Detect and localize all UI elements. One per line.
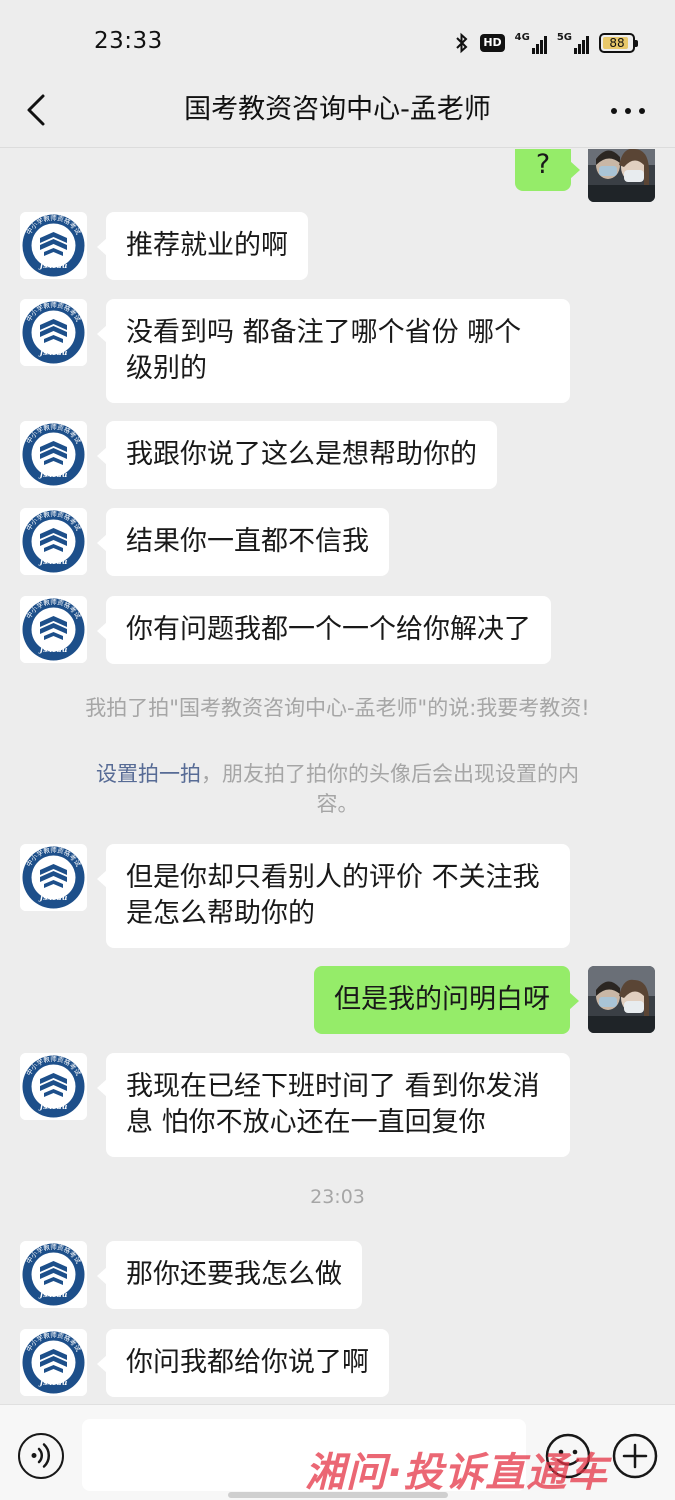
message-line: 息 怕你不放心还在一直回复你 — [126, 1107, 486, 1138]
my-avatar[interactable] — [588, 966, 655, 1033]
message-bubble-received[interactable]: 结果你一直都不信我 — [97, 508, 389, 576]
chat-title: 国考教资咨询中心-孟老师 — [184, 94, 491, 125]
school-logo-icon: 中小学教师资格考试Jsxedu — [20, 299, 87, 366]
school-logo-icon: 中小学教师资格考试Jsxedu — [20, 596, 87, 663]
plus-icon — [612, 1433, 658, 1479]
svg-text:Jsxedu: Jsxedu — [38, 1290, 68, 1299]
pat-tip-text: ，朋友拍了拍你的头像后会出现设置的内 — [201, 762, 579, 786]
message-line: 是怎么帮助你的 — [126, 898, 315, 929]
contact-avatar[interactable]: 中小学教师资格考试 Jsxedu — [20, 212, 87, 279]
school-logo-icon: 中小学教师资格考试Jsxedu — [20, 421, 87, 488]
hd-badge: HD — [480, 34, 505, 52]
more-functions-button[interactable] — [612, 1433, 658, 1479]
svg-text:Jsxedu: Jsxedu — [38, 470, 68, 479]
svg-text:Jsxedu: Jsxedu — [38, 348, 68, 357]
pat-settings-link[interactable]: 设置拍一拍 — [96, 762, 201, 786]
net-label-4g: 4G — [514, 32, 530, 43]
message-bubble-sent[interactable]: 但是我的问明白呀 — [314, 966, 579, 1034]
message-bubble-received[interactable]: 推荐就业的啊 — [97, 212, 308, 280]
school-logo-icon: 中小学教师资格考试Jsxedu — [20, 1241, 87, 1308]
message-bubble-received[interactable]: 我现在已经下班时间了 看到你发消 息 怕你不放心还在一直回复你 — [97, 1053, 570, 1157]
message-bubble-sent[interactable]: ? — [515, 149, 580, 191]
message-bubble-received[interactable]: 你有问题我都一个一个给你解决了 — [97, 596, 551, 664]
signal-5g-icon: 5G — [557, 32, 589, 54]
pat-tip-text: 容。 — [316, 792, 359, 816]
status-time: 23:33 — [94, 28, 163, 54]
more-dot-icon — [611, 108, 617, 114]
message-timestamp: 23:03 — [310, 1186, 365, 1208]
battery-icon: 88 — [599, 33, 638, 53]
my-avatar[interactable] — [588, 149, 655, 202]
contact-avatar[interactable]: 中小学教师资格考试 Jsxedu — [20, 421, 87, 488]
voice-input-button[interactable] — [18, 1433, 64, 1479]
contact-avatar[interactable]: 中小学教师资格考试 Jsxedu — [20, 299, 87, 366]
message-line: 级别的 — [126, 353, 207, 384]
message-line: 我现在已经下班时间了 看到你发消 — [126, 1071, 540, 1102]
watermark-logo: 湘问·投诉直通车 — [305, 1450, 609, 1496]
home-indicator — [228, 1492, 448, 1498]
chevron-left-icon — [27, 94, 45, 126]
svg-text:Jsxedu: Jsxedu — [38, 1102, 68, 1111]
back-button[interactable] — [18, 90, 54, 130]
message-bubble-received[interactable]: 但是你却只看别人的评价 不关注我 是怎么帮助你的 — [97, 844, 570, 948]
message-bubble-received[interactable]: 你问我都给你说了啊 — [97, 1329, 389, 1397]
svg-text:Jsxedu: Jsxedu — [38, 1378, 68, 1387]
net-label-5g: 5G — [556, 32, 572, 43]
voice-icon — [31, 1443, 51, 1468]
status-bar: 23:33 HD 4G 5G 88 — [0, 0, 675, 80]
message-line: 没看到吗 都备注了哪个省份 哪个 — [126, 317, 522, 348]
chat-header: 国考教资咨询中心-孟老师 — [0, 80, 675, 148]
school-logo-icon: 中小学教师资格考试Jsxedu — [20, 212, 87, 279]
more-button[interactable] — [611, 96, 645, 126]
chat-message-list[interactable]: ? 中小学教师资格考试 Jsxedu 推荐就业的啊 中小学教师资格考试 Jsxedu… — [0, 149, 675, 1404]
message-bubble-received[interactable]: 我跟你说了这么是想帮助你的 — [97, 421, 497, 489]
user-photo-icon — [588, 966, 655, 1033]
svg-text:Jsxedu: Jsxedu — [38, 261, 68, 270]
bluetooth-icon — [456, 32, 468, 54]
contact-avatar[interactable]: 中小学教师资格考试 Jsxedu — [20, 1329, 87, 1396]
status-icons: HD 4G 5G 88 — [454, 30, 638, 56]
contact-avatar[interactable]: 中小学教师资格考试 Jsxedu — [20, 596, 87, 663]
contact-avatar[interactable]: 中小学教师资格考试 Jsxedu — [20, 1241, 87, 1308]
more-dot-icon — [639, 108, 645, 114]
contact-avatar[interactable]: 中小学教师资格考试 Jsxedu — [20, 1053, 87, 1120]
pat-settings-tip: 设置拍一拍，朋友拍了拍你的头像后会出现设置的内 容。 — [40, 759, 635, 819]
school-logo-icon: 中小学教师资格考试Jsxedu — [20, 1053, 87, 1120]
message-bubble-received[interactable]: 没看到吗 都备注了哪个省份 哪个 级别的 — [97, 299, 570, 403]
user-photo-icon — [588, 149, 655, 202]
more-dot-icon — [625, 108, 631, 114]
signal-4g-icon: 4G — [515, 32, 547, 54]
svg-text:Jsxedu: Jsxedu — [38, 557, 68, 566]
svg-text:Jsxedu: Jsxedu — [38, 645, 68, 654]
battery-level: 88 — [609, 36, 625, 50]
school-logo-icon: 中小学教师资格考试Jsxedu — [20, 508, 87, 575]
svg-text:Jsxedu: Jsxedu — [38, 893, 68, 902]
message-bubble-received[interactable]: 那你还要我怎么做 — [97, 1241, 362, 1309]
message-line: 但是你却只看别人的评价 不关注我 — [126, 862, 540, 893]
school-logo-icon: 中小学教师资格考试Jsxedu — [20, 844, 87, 911]
pat-notice: 我拍了拍"国考教资咨询中心-孟老师"的说:我要考教资! — [85, 696, 590, 720]
contact-avatar[interactable]: 中小学教师资格考试 Jsxedu — [20, 508, 87, 575]
contact-avatar[interactable]: 中小学教师资格考试 Jsxedu — [20, 844, 87, 911]
school-logo-icon: 中小学教师资格考试Jsxedu — [20, 1329, 87, 1396]
